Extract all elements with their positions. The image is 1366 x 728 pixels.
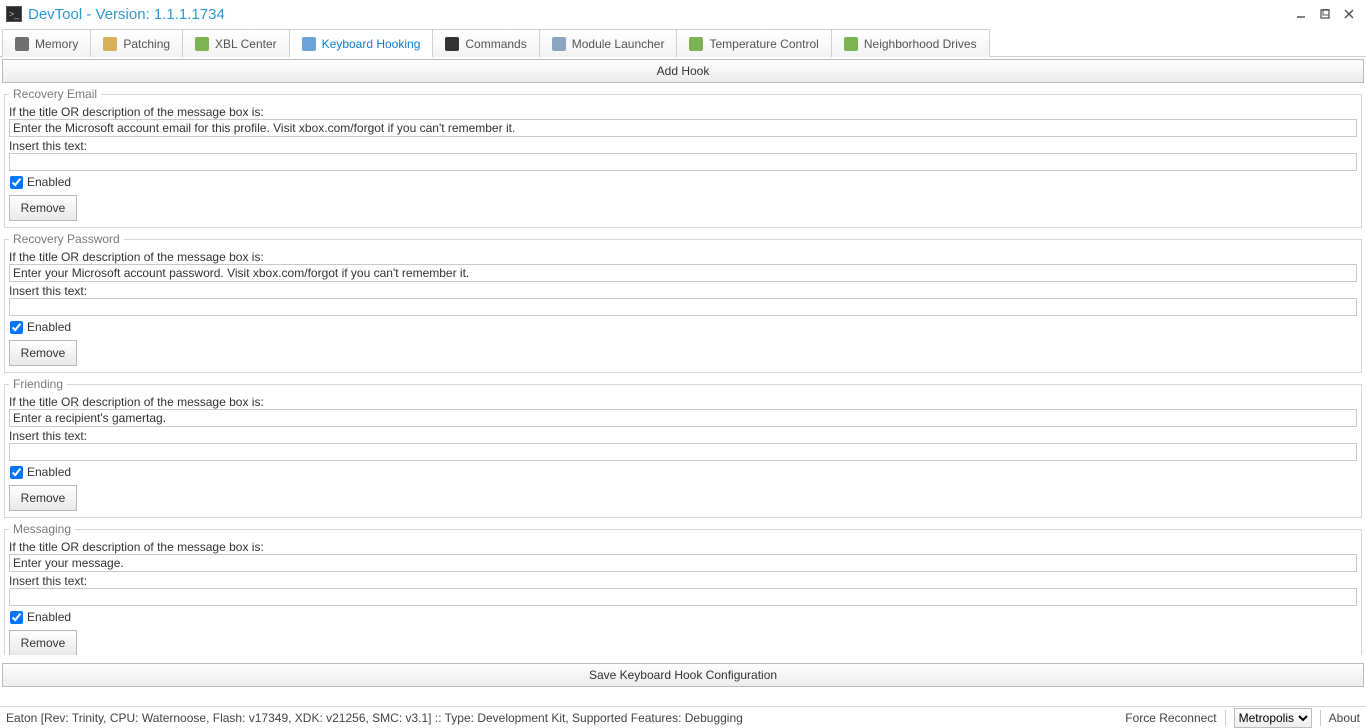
tab-label: Memory — [35, 37, 78, 51]
app-icon: >_ — [6, 6, 22, 22]
enabled-label: Enabled — [27, 175, 71, 189]
hook-legend: Friending — [9, 377, 67, 391]
hook-group: Recovery Password If the title OR descrip… — [4, 232, 1362, 373]
insert-input[interactable] — [9, 588, 1357, 606]
match-input[interactable] — [9, 409, 1357, 427]
tab-label: Module Launcher — [572, 37, 665, 51]
save-config-button[interactable]: Save Keyboard Hook Configuration — [2, 663, 1364, 687]
hook-legend: Recovery Email — [9, 87, 101, 101]
window-title: DevTool - Version: 1.1.1.1734 — [28, 6, 225, 23]
statusbar: Eaton [Rev: Trinity, CPU: Waternoose, Fl… — [0, 706, 1366, 728]
tab-label: XBL Center — [215, 37, 277, 51]
hooks-list: Recovery Email If the title OR descriptio… — [2, 85, 1364, 655]
hook-group: Messaging If the title OR description of … — [4, 522, 1362, 655]
keyboard-icon — [302, 37, 316, 51]
module-icon — [552, 37, 566, 51]
xbl-icon — [195, 37, 209, 51]
enabled-checkbox[interactable] — [10, 611, 23, 624]
minimize-icon[interactable] — [1290, 5, 1312, 23]
match-input[interactable] — [9, 554, 1357, 572]
save-config-label: Save Keyboard Hook Configuration — [589, 668, 777, 682]
tab-label: Neighborhood Drives — [864, 37, 977, 51]
insert-text-label: Insert this text: — [9, 139, 1357, 153]
tab-temperature-control[interactable]: Temperature Control — [676, 29, 831, 57]
commands-icon — [445, 37, 459, 51]
match-input[interactable] — [9, 119, 1357, 137]
temperature-icon — [689, 37, 703, 51]
if-title-label: If the title OR description of the messa… — [9, 540, 1357, 554]
separator — [1225, 710, 1226, 726]
tab-xbl-center[interactable]: XBL Center — [182, 29, 290, 57]
separator — [1320, 710, 1321, 726]
if-title-label: If the title OR description of the messa… — [9, 105, 1357, 119]
insert-input[interactable] — [9, 443, 1357, 461]
tab-label: Temperature Control — [709, 37, 818, 51]
console-select[interactable]: Metropolis — [1234, 708, 1312, 728]
tab-patching[interactable]: Patching — [90, 29, 183, 57]
tab-label: Keyboard Hooking — [322, 37, 421, 51]
enabled-label: Enabled — [27, 465, 71, 479]
if-title-label: If the title OR description of the messa… — [9, 250, 1357, 264]
memory-icon — [15, 37, 29, 51]
tabstrip: Memory Patching XBL Center Keyboard Hook… — [0, 28, 1366, 57]
about-button[interactable]: About — [1329, 711, 1360, 725]
enabled-label: Enabled — [27, 610, 71, 624]
hook-legend: Messaging — [9, 522, 75, 536]
enabled-checkbox[interactable] — [10, 176, 23, 189]
remove-button[interactable]: Remove — [9, 195, 77, 221]
insert-text-label: Insert this text: — [9, 284, 1357, 298]
hook-group: Friending If the title OR description of … — [4, 377, 1362, 518]
tab-commands[interactable]: Commands — [432, 29, 539, 57]
drives-icon — [844, 37, 858, 51]
patching-icon — [103, 37, 117, 51]
maximize-icon[interactable] — [1314, 5, 1336, 23]
enabled-checkbox[interactable] — [10, 321, 23, 334]
tab-label: Patching — [123, 37, 170, 51]
enabled-checkbox[interactable] — [10, 466, 23, 479]
remove-button[interactable]: Remove — [9, 485, 77, 511]
if-title-label: If the title OR description of the messa… — [9, 395, 1357, 409]
hook-group: Recovery Email If the title OR descriptio… — [4, 87, 1362, 228]
force-reconnect-button[interactable]: Force Reconnect — [1125, 711, 1216, 725]
insert-text-label: Insert this text: — [9, 574, 1357, 588]
add-hook-label: Add Hook — [657, 64, 710, 78]
tab-label: Commands — [465, 37, 526, 51]
add-hook-button[interactable]: Add Hook — [2, 59, 1364, 83]
close-icon[interactable] — [1338, 5, 1360, 23]
hook-legend: Recovery Password — [9, 232, 124, 246]
insert-input[interactable] — [9, 153, 1357, 171]
insert-text-label: Insert this text: — [9, 429, 1357, 443]
remove-button[interactable]: Remove — [9, 630, 77, 655]
titlebar: >_ DevTool - Version: 1.1.1.1734 — [0, 0, 1366, 28]
status-text: Eaton [Rev: Trinity, CPU: Waternoose, Fl… — [6, 711, 743, 725]
match-input[interactable] — [9, 264, 1357, 282]
tab-memory[interactable]: Memory — [2, 29, 91, 57]
enabled-label: Enabled — [27, 320, 71, 334]
remove-button[interactable]: Remove — [9, 340, 77, 366]
tab-neighborhood-drives[interactable]: Neighborhood Drives — [831, 29, 990, 57]
tab-keyboard-hooking[interactable]: Keyboard Hooking — [289, 29, 434, 57]
insert-input[interactable] — [9, 298, 1357, 316]
tab-module-launcher[interactable]: Module Launcher — [539, 29, 678, 57]
